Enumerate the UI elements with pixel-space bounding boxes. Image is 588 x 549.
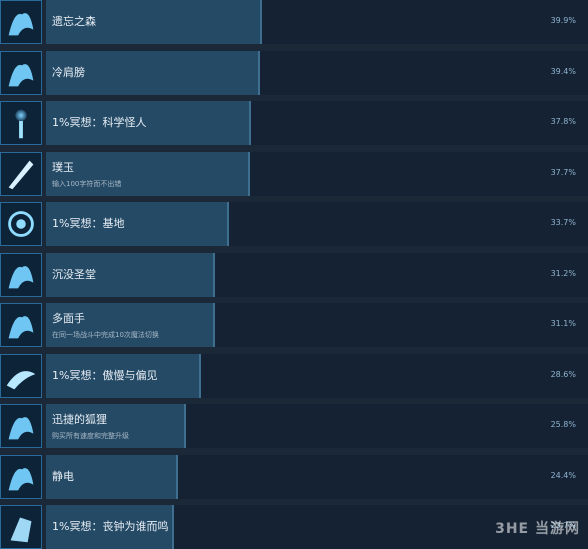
achievement-name: 1%冥想：丧钟为谁而鸣 (52, 520, 169, 533)
achievement-percent: 33.7% (550, 218, 576, 227)
achievement-description: 在同一场战斗中完成10次魔法切换 (52, 331, 159, 339)
achievement-row: 1%冥想：傲慢与偏见 28.6% (0, 354, 588, 398)
progress-track: 1%冥想：基地 33.7% (46, 202, 588, 246)
achievement-name: 静电 (52, 470, 74, 483)
wolf-forest-icon (0, 0, 42, 44)
achievement-row: 迅捷的狐狸购买所有速度和完整升级 25.8% (0, 404, 588, 448)
vortex-base-icon (0, 202, 42, 246)
progress-track: 1%冥想：傲慢与偏见 28.6% (46, 354, 588, 398)
achievement-percent: 24.4% (550, 471, 576, 480)
achievement-row: 冷肩膀 39.4% (0, 51, 588, 95)
fox-icon (0, 404, 42, 448)
cold-shoulder-icon (0, 51, 42, 95)
achievement-name: 冷肩膀 (52, 66, 85, 79)
achievement-name: 1%冥想：基地 (52, 217, 125, 230)
bell-icon (0, 505, 42, 549)
achievement-row: 1%冥想：科学怪人 37.8% (0, 101, 588, 145)
achievement-percent: 31.2% (550, 269, 576, 278)
progress-track: 沉没圣堂 31.2% (46, 253, 588, 297)
watermark-logo-icon: 3HE (495, 521, 535, 537)
progress-track: 静电 24.4% (46, 455, 588, 499)
watermark-text: 当游网 (535, 521, 580, 537)
achievement-percent: 39.4% (550, 67, 576, 76)
progress-track: 璞玉输入100字符而不出错 37.7% (46, 152, 588, 196)
sunken-temple-icon (0, 253, 42, 297)
progress-track: 1%冥想：科学怪人 37.8% (46, 101, 588, 145)
achievement-description: 输入100字符而不出错 (52, 180, 122, 188)
achievement-name: 遗忘之森 (52, 15, 96, 28)
achievement-row: 1%冥想：基地 33.7% (0, 202, 588, 246)
achievement-row: 多面手在同一场战斗中完成10次魔法切换 31.1% (0, 303, 588, 347)
quill-icon (0, 152, 42, 196)
progress-track: 冷肩膀 39.4% (46, 51, 588, 95)
achievement-percent: 25.8% (550, 420, 576, 429)
achievement-description: 购买所有速度和完整升级 (52, 432, 129, 440)
achievement-name: 沉没圣堂 (52, 268, 96, 281)
static-wolf-icon (0, 455, 42, 499)
swan-icon (0, 354, 42, 398)
achievement-percent: 39.9% (550, 16, 576, 25)
achievement-name: 迅捷的狐狸 (52, 413, 107, 426)
multitask-icon (0, 303, 42, 347)
achievement-row: 沉没圣堂 31.2% (0, 253, 588, 297)
achievement-percent: 31.1% (550, 319, 576, 328)
achievement-row: 遗忘之森 39.9% (0, 0, 588, 44)
achievement-name: 1%冥想：傲慢与偏见 (52, 369, 158, 382)
achievement-row: 静电 24.4% (0, 455, 588, 499)
progress-fill (46, 152, 250, 196)
achievement-name: 璞玉 (52, 161, 74, 174)
lightning-tower-icon (0, 101, 42, 145)
achievement-percent: 28.6% (550, 370, 576, 379)
achievement-percent: 37.8% (550, 117, 576, 126)
watermark: 3HE 当游网 (495, 518, 580, 538)
achievement-percent: 37.7% (550, 168, 576, 177)
progress-track: 迅捷的狐狸购买所有速度和完整升级 25.8% (46, 404, 588, 448)
progress-track: 多面手在同一场战斗中完成10次魔法切换 31.1% (46, 303, 588, 347)
achievement-name: 1%冥想：科学怪人 (52, 116, 147, 129)
achievement-name: 多面手 (52, 312, 85, 325)
progress-track: 遗忘之森 39.9% (46, 0, 588, 44)
achievement-row: 璞玉输入100字符而不出错 37.7% (0, 152, 588, 196)
